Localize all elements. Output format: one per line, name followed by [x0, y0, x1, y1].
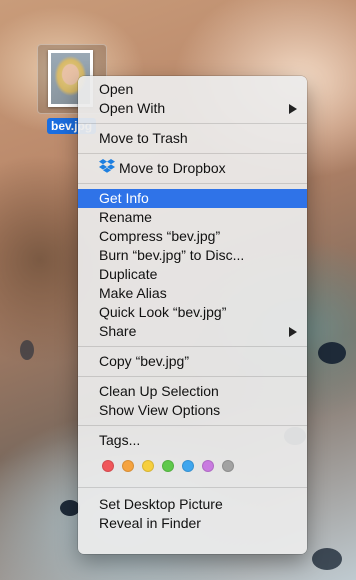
menu-item-label: Rename	[99, 209, 152, 225]
tag-gray-dot[interactable]	[222, 460, 234, 472]
menu-item-tags[interactable]: Tags...	[78, 431, 307, 450]
tag-green-dot[interactable]	[162, 460, 174, 472]
menu-item-quick-look[interactable]: Quick Look “bev.jpg”	[78, 303, 307, 322]
background-spot	[312, 548, 342, 570]
menu-item-clean-up-selection[interactable]: Clean Up Selection	[78, 382, 307, 401]
menu-item-compress[interactable]: Compress “bev.jpg”	[78, 227, 307, 246]
menu-item-label: Compress “bev.jpg”	[99, 228, 221, 244]
context-menu: Open Open With Move to Trash Move to Dro…	[78, 76, 307, 554]
menu-separator	[78, 487, 307, 488]
menu-item-open[interactable]: Open	[78, 80, 307, 99]
menu-separator	[78, 346, 307, 347]
tag-color-row	[78, 450, 307, 482]
menu-item-label: Make Alias	[99, 285, 167, 301]
menu-item-make-alias[interactable]: Make Alias	[78, 284, 307, 303]
background-spot	[20, 340, 34, 360]
menu-item-move-to-trash[interactable]: Move to Trash	[78, 129, 307, 148]
menu-separator	[78, 183, 307, 184]
menu-item-label: Reveal in Finder	[99, 515, 201, 531]
menu-item-label: Burn “bev.jpg” to Disc...	[99, 247, 245, 263]
menu-item-label: Get Info	[99, 190, 149, 206]
menu-item-open-with[interactable]: Open With	[78, 99, 307, 118]
background-spot	[60, 500, 80, 516]
menu-item-get-info[interactable]: Get Info	[78, 189, 307, 208]
dropbox-icon	[99, 158, 115, 178]
submenu-arrow-icon	[289, 104, 297, 114]
menu-item-copy[interactable]: Copy “bev.jpg”	[78, 352, 307, 371]
background-spot	[318, 342, 346, 364]
menu-item-label: Open	[99, 81, 134, 97]
menu-item-label: Duplicate	[99, 266, 158, 282]
menu-item-label: Copy “bev.jpg”	[99, 353, 190, 369]
menu-item-label: Open With	[99, 100, 166, 116]
menu-item-reveal-in-finder[interactable]: Reveal in Finder	[78, 514, 307, 533]
menu-item-duplicate[interactable]: Duplicate	[78, 265, 307, 284]
tag-purple-dot[interactable]	[202, 460, 214, 472]
tag-yellow-dot[interactable]	[142, 460, 154, 472]
tag-red-dot[interactable]	[102, 460, 114, 472]
tag-blue-dot[interactable]	[182, 460, 194, 472]
menu-item-share[interactable]: Share	[78, 322, 307, 341]
menu-item-label: Tags...	[99, 432, 141, 448]
menu-item-label: Set Desktop Picture	[99, 496, 223, 512]
menu-item-label: Move to Trash	[99, 130, 188, 146]
menu-item-show-view-options[interactable]: Show View Options	[78, 401, 307, 420]
menu-item-label: Quick Look “bev.jpg”	[99, 304, 227, 320]
menu-separator	[78, 153, 307, 154]
menu-separator	[78, 425, 307, 426]
menu-item-move-to-dropbox[interactable]: Move to Dropbox	[78, 158, 307, 178]
menu-separator	[78, 376, 307, 377]
menu-item-label: Clean Up Selection	[99, 383, 219, 399]
menu-item-label: Share	[99, 323, 137, 339]
menu-item-label: Move to Dropbox	[119, 160, 226, 176]
menu-item-rename[interactable]: Rename	[78, 208, 307, 227]
tag-orange-dot[interactable]	[122, 460, 134, 472]
menu-separator	[78, 123, 307, 124]
menu-item-set-desktop-picture[interactable]: Set Desktop Picture	[78, 495, 307, 514]
menu-item-label: Show View Options	[99, 402, 221, 418]
submenu-arrow-icon	[289, 327, 297, 337]
menu-item-burn-to-disc[interactable]: Burn “bev.jpg” to Disc...	[78, 246, 307, 265]
